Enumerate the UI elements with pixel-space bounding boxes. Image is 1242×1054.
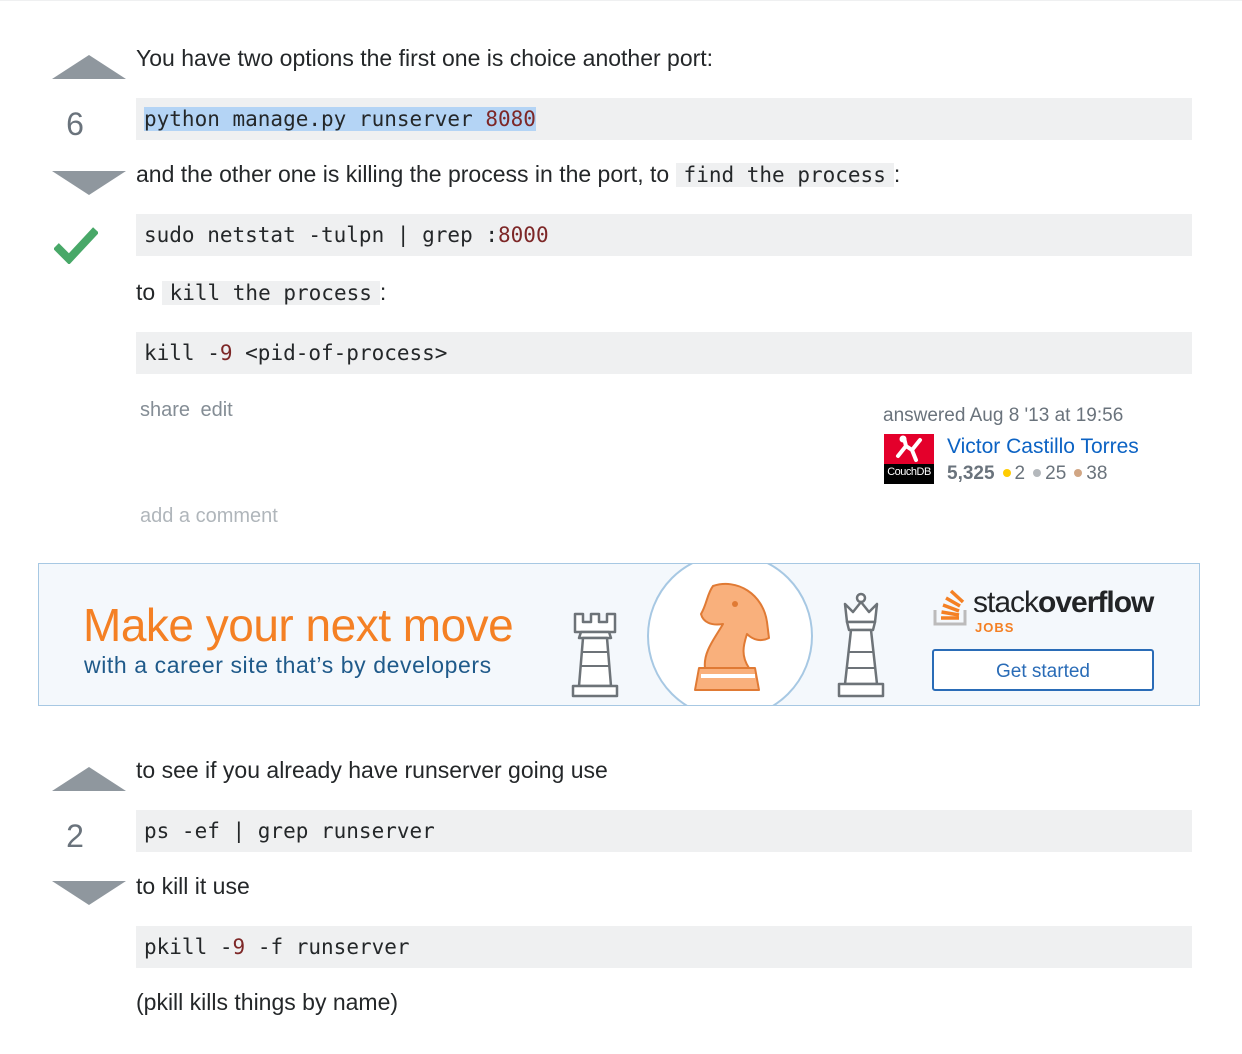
logo-jobs-text: JOBS — [975, 620, 1015, 635]
vote-down-icon[interactable] — [52, 881, 126, 905]
code-number: 9 — [219, 341, 233, 365]
vote-up-icon[interactable] — [52, 767, 126, 791]
accepted-checkmark-icon — [54, 227, 98, 264]
code-block: kill -9 <pid-of-process> — [136, 332, 1192, 374]
code-number: 8080 — [485, 107, 536, 131]
paragraph-text: : — [893, 161, 901, 187]
reputation-score: 5,325 — [947, 463, 995, 484]
user-reputation: 5,325 2 25 38 — [947, 463, 1107, 485]
add-comment-link[interactable]: add a comment — [140, 505, 278, 528]
silver-badge-icon — [1033, 468, 1042, 477]
code-text: python manage.py runserver — [144, 107, 486, 131]
code-block: sudo netstat -tulpn | grep :8000 — [136, 214, 1192, 256]
post-menu: share edit — [140, 399, 233, 422]
code-block: ps -ef | grep runserver — [136, 810, 1192, 852]
code-text: kill - — [144, 341, 220, 365]
ad-subline: with a career site that’s by developers — [84, 652, 492, 678]
code-text: <pid-of-process> — [232, 341, 448, 365]
answer-paragraph: to kill the process: — [136, 278, 386, 307]
stackoverflow-logo-icon: stackoverflow JOBS — [933, 586, 1154, 635]
inline-code: find the process — [675, 163, 894, 187]
code-text: sudo netstat -tulpn | grep : — [144, 223, 499, 247]
inline-code: kill the process — [161, 281, 380, 305]
answer-paragraph: to see if you already have runserver goi… — [136, 757, 608, 783]
silver-badge-count: 25 — [1045, 463, 1067, 484]
logo-text-light: stack — [973, 586, 1039, 619]
avatar-logo-icon — [884, 434, 934, 464]
job-ad-banner[interactable]: Make your next move with a career site t… — [38, 563, 1200, 706]
avatar[interactable]: CouchDB — [884, 434, 934, 484]
code-number: 9 — [232, 935, 246, 959]
paragraph-text: : — [379, 279, 387, 305]
vote-down-icon[interactable] — [52, 171, 126, 195]
code-number: 8000 — [498, 223, 549, 247]
edit-link[interactable]: edit — [200, 399, 232, 421]
bronze-badge-icon — [1074, 468, 1083, 477]
chess-rook-icon — [571, 612, 619, 698]
avatar-text: CouchDB — [887, 466, 931, 478]
ad-headline: Make your next move — [83, 599, 514, 651]
code-text: pkill - — [144, 935, 233, 959]
code-block: python manage.py runserver 8080 — [136, 98, 1192, 140]
gold-badge-count: 2 — [1014, 463, 1026, 484]
get-started-button[interactable]: Get started — [932, 649, 1154, 691]
logo-text-bold: overflow — [1038, 586, 1154, 619]
bronze-badge-count: 38 — [1086, 463, 1108, 484]
code-text: ps -ef | grep runserver — [144, 819, 435, 843]
top-divider — [0, 0, 1242, 1]
vote-count: 6 — [66, 106, 84, 142]
answer-paragraph: to kill it use — [136, 873, 250, 899]
answer-paragraph: and the other one is killing the process… — [136, 160, 900, 189]
answer-paragraph: (pkill kills things by name) — [136, 989, 399, 1015]
answer-paragraph: You have two options the first one is ch… — [136, 45, 714, 71]
vote-up-icon[interactable] — [52, 55, 126, 79]
answered-timestamp: answered Aug 8 '13 at 19:56 — [883, 405, 1124, 426]
paragraph-text: and the other one is killing the process… — [136, 161, 676, 187]
share-link[interactable]: share — [140, 399, 190, 421]
user-name-link[interactable]: Victor Castillo Torres — [947, 435, 1139, 459]
chess-queen-icon — [837, 592, 885, 698]
code-block: pkill -9 -f runserver — [136, 926, 1192, 968]
vote-count: 2 — [66, 818, 84, 854]
code-text: -f runserver — [245, 935, 410, 959]
gold-badge-icon — [1002, 468, 1011, 477]
paragraph-text: to — [136, 279, 162, 305]
chess-knight-icon — [647, 564, 813, 705]
